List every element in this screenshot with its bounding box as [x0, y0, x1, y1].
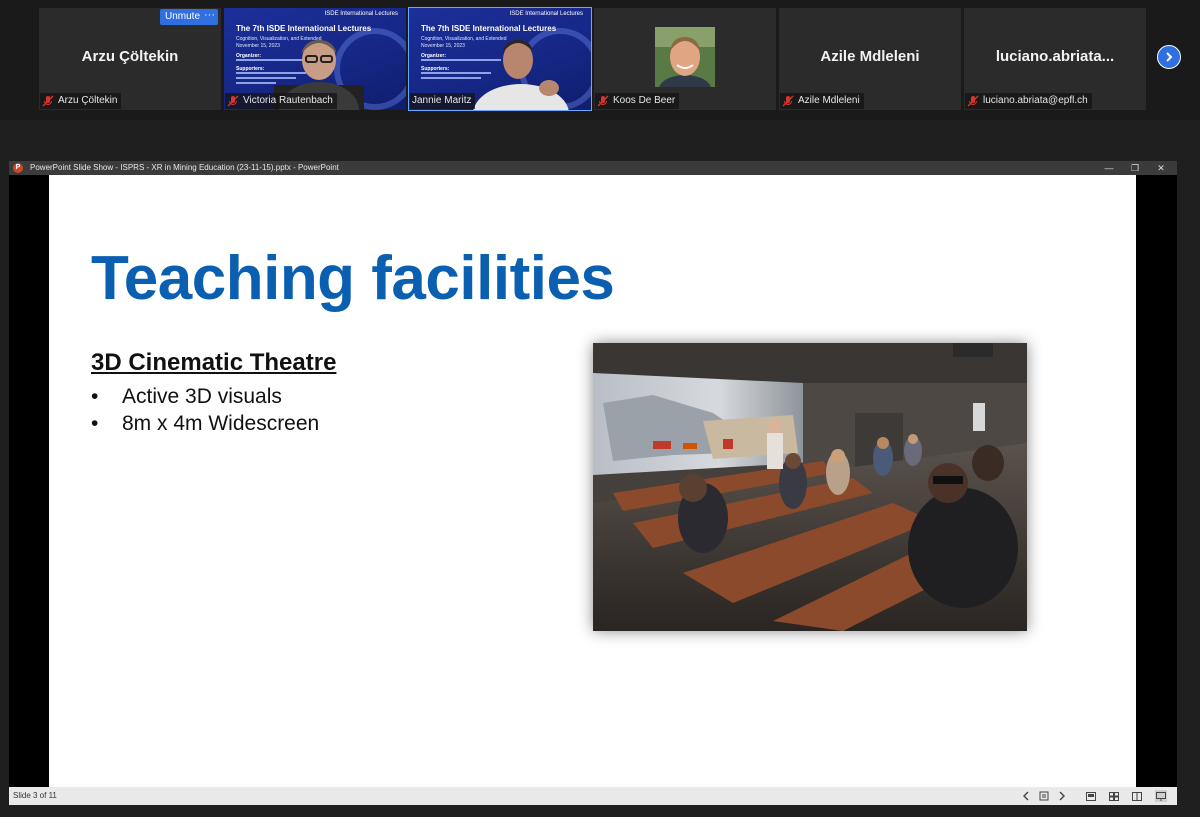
- close-button[interactable]: ✕: [1154, 161, 1168, 175]
- participant-display-name: Arzu Çöltekin: [81, 48, 179, 65]
- bullet-text: Active 3D visuals: [122, 385, 282, 408]
- thumb-text-line: [236, 82, 276, 84]
- restore-button[interactable]: ❐: [1128, 161, 1142, 175]
- thumb-brand: ISDE International Lectures: [324, 11, 398, 17]
- bullet-item: • 8m x 4m Widescreen: [91, 410, 319, 437]
- participant-tile-active-speaker[interactable]: ISDE International Lectures The 7th ISDE…: [408, 7, 592, 111]
- mic-muted-icon: [42, 95, 54, 107]
- section-heading: 3D Cinematic Theatre: [91, 349, 337, 376]
- slide-sorter-button[interactable]: [1108, 790, 1120, 802]
- participant-display-name: luciano.abriata...: [995, 48, 1115, 65]
- unmute-button[interactable]: Unmute: [160, 9, 206, 25]
- window-title: PowerPoint Slide Show - ISPRS - XR in Mi…: [30, 163, 339, 172]
- participant-tile[interactable]: Koos De Beer: [594, 8, 776, 110]
- chevron-right-icon: [1059, 791, 1065, 801]
- slide-counter: Slide 3 of 11: [13, 791, 57, 800]
- thumb-brand: ISDE International Lectures: [509, 11, 583, 17]
- participant-nameplate: Koos De Beer: [595, 93, 680, 109]
- mic-muted-icon: [782, 95, 794, 107]
- thumb-date: November 15, 2023: [421, 43, 465, 49]
- participant-tile[interactable]: ISDE International Lectures The 7th ISDE…: [224, 8, 406, 110]
- notes-button[interactable]: [1038, 790, 1050, 802]
- participant-nameplate: Jannie Maritz: [410, 93, 476, 109]
- bullet-text: 8m x 4m Widescreen: [122, 412, 320, 435]
- participant-video: [473, 40, 569, 110]
- powerpoint-app-icon: P: [13, 163, 23, 173]
- next-page-button[interactable]: [1157, 45, 1181, 69]
- participant-name-label: Koos De Beer: [613, 95, 676, 106]
- bullet-marker: •: [91, 385, 99, 408]
- participant-tile[interactable]: luciano.abriata... luciano.abriata@epfl.…: [964, 8, 1146, 110]
- notes-icon: [1039, 791, 1049, 801]
- theatre-photo: [593, 343, 1027, 631]
- chevron-right-icon: [1166, 52, 1173, 62]
- normal-view-icon: [1086, 791, 1096, 801]
- slide-title: Teaching facilities: [91, 244, 615, 313]
- mic-muted-icon: [597, 95, 609, 107]
- participant-display-name: Azile Mdleleni: [820, 48, 920, 65]
- slideshow-icon: [1156, 791, 1166, 801]
- reading-view-icon: [1132, 791, 1142, 801]
- bullet-marker: •: [91, 412, 99, 435]
- chevron-left-icon: [1023, 791, 1029, 801]
- powerpoint-slideshow-window: P PowerPoint Slide Show - ISPRS - XR in …: [9, 161, 1177, 805]
- reading-view-button[interactable]: [1131, 790, 1143, 802]
- participant-name-label: Victoria Rautenbach: [243, 95, 333, 106]
- participant-tile[interactable]: Azile Mdleleni Azile Mdleleni: [779, 8, 961, 110]
- participant-name-label: Jannie Maritz: [412, 95, 472, 106]
- participant-name-label: Arzu Çöltekin: [58, 95, 118, 106]
- next-slide-button[interactable]: [1056, 790, 1068, 802]
- bullet-item: • Active 3D visuals: [91, 383, 319, 410]
- participant-nameplate: Azile Mdleleni: [780, 93, 864, 109]
- normal-view-button[interactable]: [1085, 790, 1097, 802]
- participant-name-label: Azile Mdleleni: [798, 95, 860, 106]
- avatar: [655, 27, 715, 87]
- slide-canvas: Teaching facilities 3D Cinematic Theatre…: [49, 175, 1136, 787]
- slideshow-view-button[interactable]: [1155, 790, 1167, 802]
- more-options-button[interactable]: ···: [201, 9, 218, 25]
- participant-strip: Arzu Çöltekin Arzu Çöltekin ISDE Interna…: [0, 0, 1200, 120]
- bullet-list: • Active 3D visuals • 8m x 4m Widescreen: [91, 383, 319, 437]
- mic-muted-icon: [227, 95, 239, 107]
- previous-slide-button[interactable]: [1020, 790, 1032, 802]
- slide-sorter-icon: [1109, 791, 1119, 801]
- participant-nameplate: luciano.abriata@epfl.ch: [965, 93, 1092, 109]
- mic-muted-icon: [967, 95, 979, 107]
- status-bar: Slide 3 of 11: [9, 787, 1177, 805]
- participant-nameplate: Arzu Çöltekin: [40, 93, 122, 109]
- window-titlebar: P PowerPoint Slide Show - ISPRS - XR in …: [9, 161, 1177, 175]
- minimize-button[interactable]: —: [1102, 161, 1116, 175]
- participant-name-label: luciano.abriata@epfl.ch: [983, 95, 1088, 106]
- participant-nameplate: Victoria Rautenbach: [225, 93, 337, 109]
